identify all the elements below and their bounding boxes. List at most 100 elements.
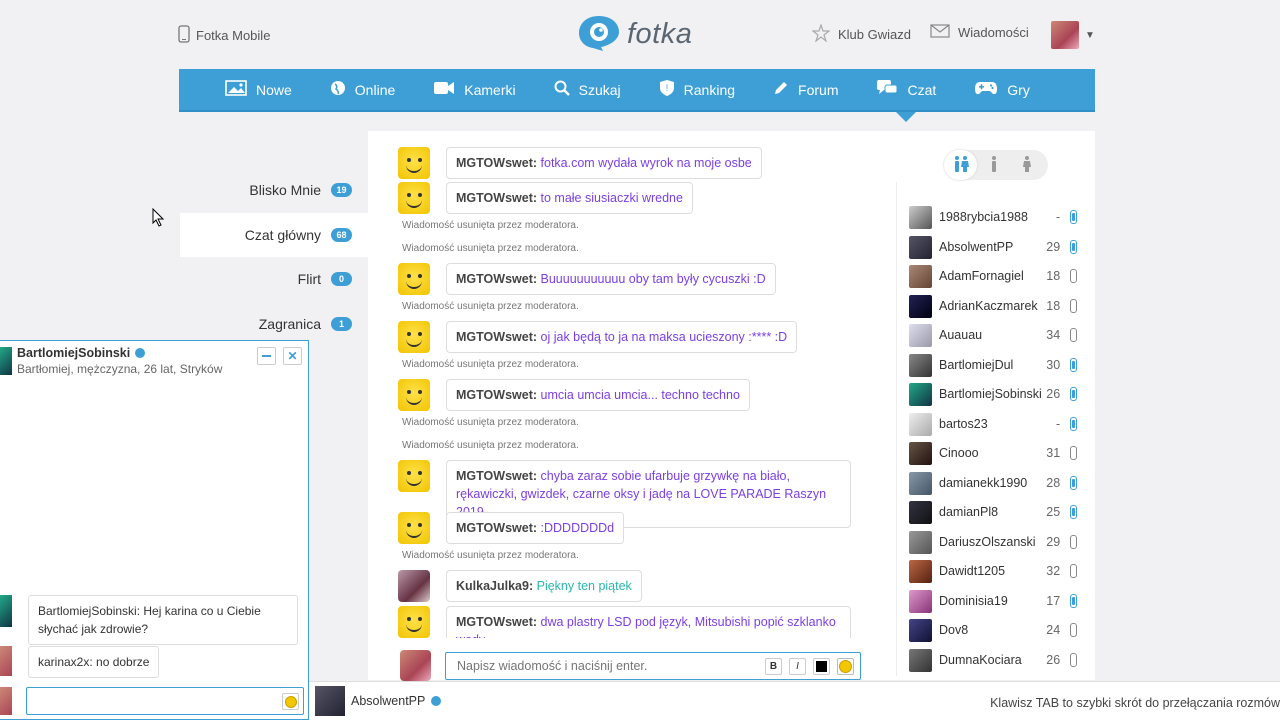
avatar [909,471,932,495]
room-czat-glowny[interactable]: Czat główny 68 [180,213,368,257]
tab-shortcut-hint: Klawisz TAB to szybki skrót do przełącza… [990,696,1280,710]
nav-item-gry[interactable]: Gry [974,68,1030,111]
user-age: 18 [1046,269,1061,283]
user-age: 26 [1046,653,1061,667]
smiley-avatar[interactable] [398,182,430,214]
user-row[interactable]: Auauau 34 [909,322,1077,348]
room-blisko-mnie[interactable]: Blisko Mnie 19 [180,168,368,212]
smiley-avatar[interactable] [398,147,430,179]
message-nick[interactable]: MGTOWswet: [456,521,537,535]
minimize-icon [262,355,271,357]
avatar [909,559,932,583]
user-row[interactable]: damianekk1990 28 [909,470,1077,496]
private-chat-name: BartlomiejSobinski [17,346,131,360]
filter-male-button[interactable] [977,150,1010,180]
nav-item-szukaj[interactable]: Szukaj [554,68,621,111]
message-bubble: MGTOWswet: umcia umcia umcia... techno t… [446,379,750,411]
phone-icon [1070,594,1077,608]
online-users-list[interactable]: 1988rybcia1988 - AbsolwentPP 29 AdamFornag… [896,182,1082,676]
user-row[interactable]: 1988rybcia1988 - [909,204,1077,230]
nav-item-forum[interactable]: Forum [773,68,838,111]
svg-text:!: ! [665,83,668,93]
user-row[interactable]: BartlomiejDul 30 [909,352,1077,378]
message-nick[interactable]: MGTOWswet: [456,469,537,483]
nav-item-nowe[interactable]: Nowe [225,68,292,111]
user-row[interactable]: Dawidt1205 32 [909,558,1077,584]
emoji-button[interactable] [837,658,854,675]
close-button[interactable]: ✕ [283,347,302,365]
user-name: Dominisia19 [939,594,1008,608]
avatar [909,412,932,436]
chevron-down-icon: ▼ [1085,29,1095,41]
user-name: 1988rybcia1988 [939,210,1028,224]
nav-item-ranking[interactable]: ! Ranking [659,68,735,111]
user-avatar[interactable] [398,570,430,602]
minimize-button[interactable] [257,347,276,365]
avatar [315,686,345,716]
nav-item-kamerki[interactable]: Kamerki [433,68,516,111]
chat-message: MGTOWswet: :DDDDDDDd [398,512,625,544]
user-row[interactable]: DumnaKociara 26 [909,647,1077,673]
moderator-note: Wiadomość usunięta przez moderatora. [402,417,579,428]
chat-feed[interactable]: MGTOWswet: fotka.com wydała wyrok na moj… [398,140,868,638]
message-nick[interactable]: MGTOWswet: [456,272,537,286]
conversation-tab-name: AbsolwentPP [351,694,426,708]
user-row[interactable]: AdrianKaczmarek 18 [909,293,1077,319]
message-nick[interactable]: KulkaJulka9: [456,579,533,593]
user-row[interactable]: damianPl8 25 [909,499,1077,525]
chat-icon [876,79,898,100]
user-row[interactable]: BartlomiejSobinski 26 [909,381,1077,407]
user-row[interactable]: Cinooo 31 [909,440,1077,466]
user-age: 25 [1046,505,1061,519]
filter-all-button[interactable] [944,150,977,180]
main-nav: Nowe Online Kamerki Szukaj ! Ranking For… [179,68,1095,122]
messages-link[interactable]: Wiadomości [930,24,1029,41]
room-flirt[interactable]: Flirt 0 [180,257,368,301]
smiley-avatar[interactable] [398,512,430,544]
room-count-badge: 0 [331,272,352,286]
nav-item-online[interactable]: Online [330,68,395,111]
filter-female-button[interactable] [1010,150,1043,180]
smiley-avatar[interactable] [398,606,430,638]
message-nick[interactable]: MGTOWswet: [456,156,537,170]
user-row[interactable]: Dov8 24 [909,617,1077,643]
user-menu[interactable]: ▼ [1051,21,1095,49]
emoji-button[interactable] [282,693,299,710]
smiley-avatar[interactable] [398,379,430,411]
phone-icon [1070,446,1077,460]
smiley-avatar[interactable] [398,321,430,353]
avatar [909,353,932,377]
smiley-avatar[interactable] [398,263,430,295]
fotka-mobile-link[interactable]: Fotka Mobile [178,24,270,46]
color-picker-button[interactable] [813,658,830,675]
user-row[interactable]: AbsolwentPP 29 [909,234,1077,260]
message-nick[interactable]: MGTOWswet: [456,330,537,344]
nav-item-label: Nowe [256,81,292,98]
pencil-icon [773,80,789,99]
bold-button[interactable]: B [765,658,782,675]
nav-item-czat[interactable]: Czat [876,68,936,122]
chat-message: MGTOWswet: Buuuuuuuuuuu oby tam były cyc… [398,263,776,295]
private-message-input[interactable] [26,687,304,715]
private-chat-window: BartlomiejSobinski Bartłomiej, mężczyzna… [0,340,309,720]
fotka-logo-text: fotka [627,18,693,50]
user-row[interactable]: AdamFornagiel 18 [909,263,1077,289]
message-nick[interactable]: MGTOWswet: [456,191,537,205]
message-nick[interactable]: MGTOWswet: [456,615,537,629]
private-chat-user[interactable]: BartlomiejSobinski [17,346,146,360]
smiley-avatar[interactable] [398,460,430,492]
message-nick[interactable]: MGTOWswet: [456,388,537,402]
klub-gwiazd-link[interactable]: Klub Gwiazd [811,23,911,45]
avatar [909,500,932,524]
messages-label: Wiadomości [958,25,1029,40]
fotka-logo[interactable]: fotka [577,14,692,55]
phone-icon [1070,269,1077,283]
user-row[interactable]: DariuszOlszanski 29 [909,529,1077,555]
italic-button[interactable]: I [789,658,806,675]
conversation-tab[interactable]: AbsolwentPP [315,686,442,716]
user-name: damianekk1990 [939,476,1028,490]
user-row[interactable]: bartos23 - [909,411,1077,437]
user-row[interactable]: Dominisia19 17 [909,588,1077,614]
smiley-icon [284,695,297,708]
avatar [909,618,932,642]
